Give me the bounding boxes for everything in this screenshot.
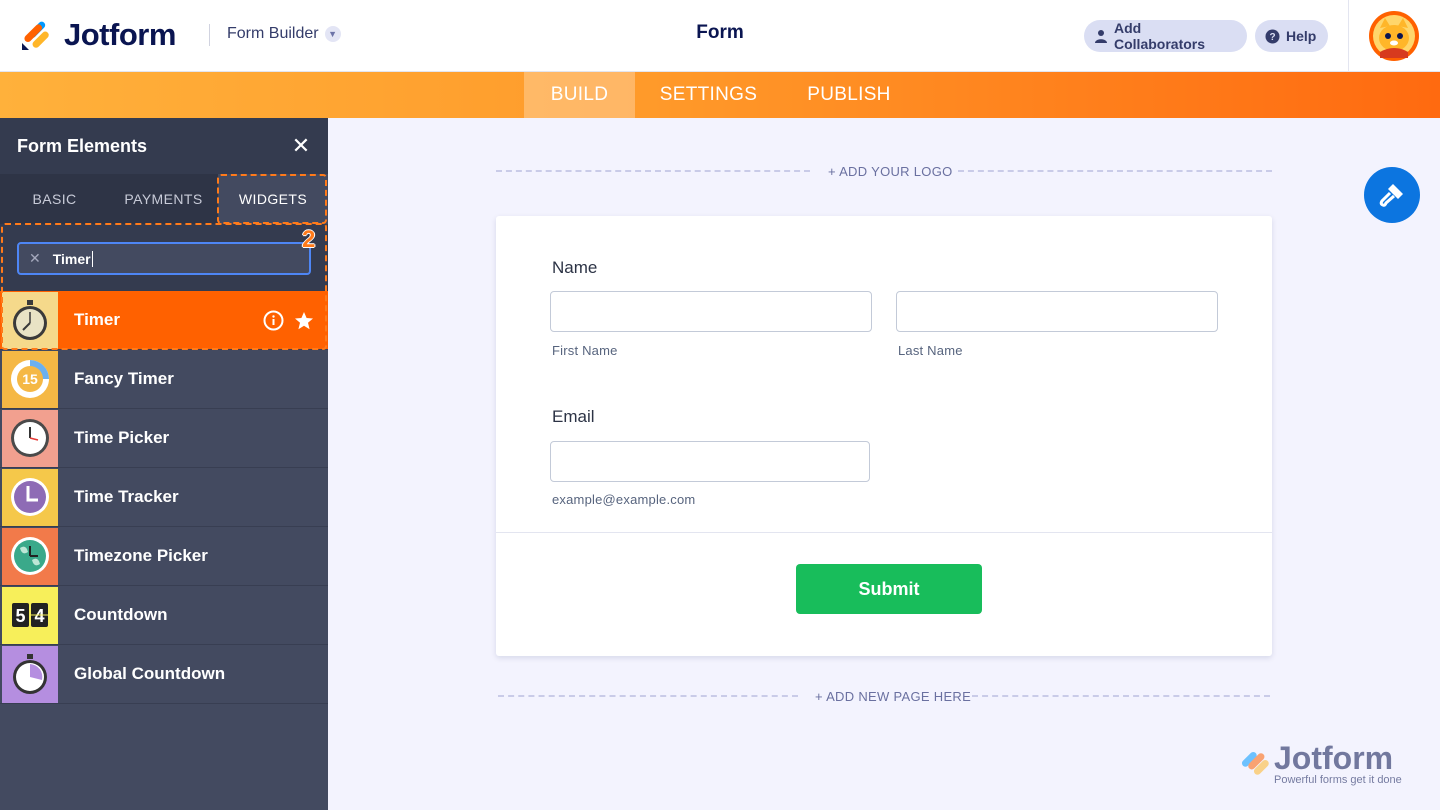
widget-label: Timer bbox=[74, 310, 120, 329]
user-icon bbox=[1094, 29, 1108, 43]
widget-actions bbox=[253, 310, 314, 331]
widget-label: Time Tracker bbox=[74, 487, 179, 506]
widget-item-timer[interactable]: Timer bbox=[0, 291, 328, 350]
form-builder-label: Form Builder bbox=[227, 25, 319, 42]
tab-payments[interactable]: PAYMENTS bbox=[109, 174, 218, 224]
widget-item-global-countdown[interactable]: Global Countdown bbox=[0, 645, 328, 704]
tab-widgets[interactable]: WIDGETS bbox=[218, 174, 328, 224]
form-elements-panel: Form Elements ✕ BASIC PAYMENTS WIDGETS ✕… bbox=[0, 118, 328, 810]
globe-clock-icon bbox=[2, 527, 58, 585]
add-collaborators-button[interactable]: Add Collaborators bbox=[1084, 20, 1247, 52]
jotform-logo[interactable]: Jotform bbox=[20, 17, 176, 53]
email-input[interactable] bbox=[550, 441, 870, 482]
tab-build-label: BUILD bbox=[550, 84, 609, 105]
info-icon[interactable] bbox=[263, 310, 284, 331]
jotform-watermark-icon bbox=[1241, 751, 1269, 775]
name-field-label: Name bbox=[552, 258, 598, 277]
first-name-input[interactable] bbox=[550, 291, 872, 332]
flip-counter-icon: 54 bbox=[2, 586, 58, 644]
widget-search-input[interactable]: ✕ Timer bbox=[17, 242, 311, 275]
widget-list: Timer 15 Fancy Timer Time Picker Time Tr… bbox=[0, 291, 328, 704]
panel-title: Form Elements bbox=[17, 136, 148, 156]
question-icon: ? bbox=[1265, 29, 1280, 44]
form-card: Name First Name Last Name Email example@… bbox=[496, 216, 1272, 656]
top-bar: Jotform Form Builder ▼ Form Add Collabor… bbox=[0, 0, 1440, 72]
tab-settings[interactable]: SETTINGS bbox=[647, 72, 770, 118]
tab-basic-label: BASIC bbox=[32, 191, 77, 207]
svg-text:?: ? bbox=[1269, 32, 1275, 43]
help-label: Help bbox=[1286, 28, 1317, 44]
step-number-badge: 2 bbox=[302, 226, 316, 253]
stopwatch-icon bbox=[2, 291, 58, 349]
search-value: Timer bbox=[52, 250, 93, 267]
chevron-down-icon: ▼ bbox=[324, 26, 341, 42]
jotform-logo-icon bbox=[20, 19, 50, 51]
widget-item-timezone-picker[interactable]: Timezone Picker bbox=[0, 527, 328, 586]
watermark-brand: Jotform bbox=[1274, 740, 1394, 776]
paint-roller-icon bbox=[1379, 184, 1403, 207]
logo-divider-right bbox=[958, 170, 1272, 172]
tab-basic[interactable]: BASIC bbox=[0, 174, 109, 224]
svg-text:4: 4 bbox=[34, 606, 44, 626]
tab-payments-label: PAYMENTS bbox=[124, 191, 203, 207]
widget-label: Timezone Picker bbox=[74, 546, 208, 565]
widget-search-area: ✕ Timer bbox=[0, 224, 328, 291]
header-divider-right bbox=[1348, 0, 1349, 72]
add-page-link[interactable]: + ADD NEW PAGE HERE bbox=[815, 689, 971, 704]
widget-item-countdown[interactable]: 54 Countdown bbox=[0, 586, 328, 645]
builder-nav: BUILD SETTINGS PUBLISH bbox=[0, 72, 1440, 118]
header-divider bbox=[209, 24, 210, 46]
brand-name: Jotform bbox=[64, 17, 176, 52]
logo-divider-left bbox=[496, 170, 810, 172]
last-name-sublabel: Last Name bbox=[898, 343, 963, 358]
widget-label: Global Countdown bbox=[74, 664, 226, 683]
page-divider-right bbox=[972, 695, 1270, 697]
tab-publish[interactable]: PUBLISH bbox=[793, 72, 905, 118]
element-tabs: BASIC PAYMENTS WIDGETS bbox=[0, 174, 328, 224]
widget-item-time-picker[interactable]: Time Picker bbox=[0, 409, 328, 468]
widget-label: Time Picker bbox=[74, 428, 170, 447]
last-name-input[interactable] bbox=[896, 291, 1218, 332]
submit-button[interactable]: Submit bbox=[796, 564, 982, 614]
widget-label: Countdown bbox=[74, 605, 168, 624]
submit-label: Submit bbox=[858, 578, 920, 599]
tab-settings-label: SETTINGS bbox=[659, 84, 758, 105]
add-logo-link[interactable]: + ADD YOUR LOGO bbox=[828, 164, 953, 179]
first-name-sublabel: First Name bbox=[552, 343, 618, 358]
tab-build[interactable]: BUILD bbox=[524, 72, 635, 118]
email-sublabel: example@example.com bbox=[552, 492, 696, 507]
page-title[interactable]: Form bbox=[620, 22, 820, 44]
avatar[interactable] bbox=[1369, 11, 1419, 61]
page-divider-left bbox=[498, 695, 798, 697]
widget-item-fancy-timer[interactable]: 15 Fancy Timer bbox=[0, 350, 328, 409]
svg-text:15: 15 bbox=[22, 371, 38, 387]
cat-avatar-icon bbox=[1373, 15, 1415, 58]
svg-text:5: 5 bbox=[15, 606, 25, 626]
clock-icon bbox=[2, 409, 58, 467]
close-icon[interactable]: ✕ bbox=[290, 135, 312, 158]
watermark-tagline: Powerful forms get it done bbox=[1274, 774, 1402, 786]
widget-item-time-tracker[interactable]: Time Tracker bbox=[0, 468, 328, 527]
fancy-timer-icon: 15 bbox=[2, 350, 58, 408]
stopwatch-purple-icon bbox=[2, 645, 58, 703]
time-tracker-icon bbox=[2, 468, 58, 526]
star-icon[interactable] bbox=[294, 311, 314, 331]
form-divider bbox=[496, 532, 1272, 533]
add-collaborators-label: Add Collaborators bbox=[1114, 20, 1206, 52]
tab-publish-label: PUBLISH bbox=[807, 84, 891, 105]
jotform-watermark: Jotform Powerful forms get it done bbox=[1238, 740, 1402, 786]
form-designer-button[interactable] bbox=[1364, 167, 1420, 223]
email-field-label: Email bbox=[552, 407, 595, 426]
clear-icon[interactable]: ✕ bbox=[29, 250, 41, 267]
form-builder-menu[interactable]: Form Builder ▼ bbox=[227, 25, 341, 43]
tab-widgets-label: WIDGETS bbox=[238, 191, 308, 207]
widget-label: Fancy Timer bbox=[74, 369, 174, 388]
panel-header: Form Elements ✕ bbox=[0, 118, 328, 174]
help-button[interactable]: ? Help bbox=[1255, 20, 1328, 52]
